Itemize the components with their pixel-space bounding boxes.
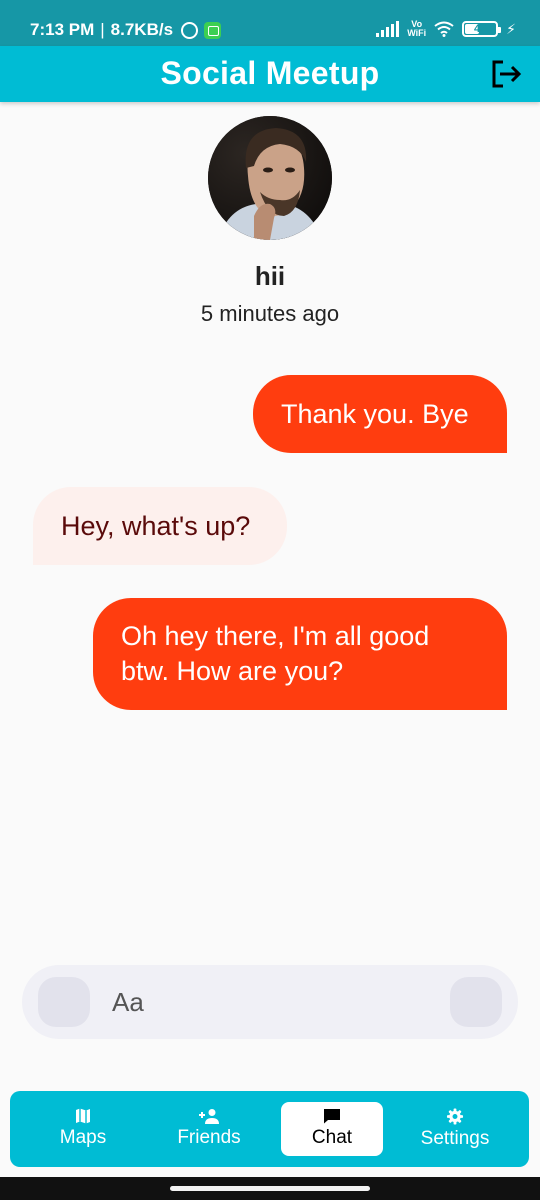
charging-icon: ⚡: [506, 20, 516, 37]
home-indicator[interactable]: [170, 1186, 370, 1191]
vowifi-indicator: Vo WiFi: [407, 20, 426, 38]
message-input[interactable]: [112, 979, 432, 1025]
status-bar: 7:13 PM | 8.7KB/s Vo WiFi 42 ⚡: [0, 0, 540, 46]
message-incoming[interactable]: Hey, what's up?: [33, 487, 287, 565]
battery-icon: 42: [462, 21, 502, 37]
system-navigation-bar: [0, 1177, 540, 1200]
message-text: Oh hey there, I'm all good btw. How are …: [121, 621, 430, 686]
message-text: Hey, what's up?: [61, 510, 251, 541]
attachment-button[interactable]: [38, 977, 90, 1027]
app-title: Social Meetup: [160, 55, 380, 91]
nav-label: Settings: [420, 1128, 490, 1149]
vowifi-bottom: WiFi: [407, 28, 427, 38]
status-network-speed: 8.7KB/s: [110, 20, 174, 39]
alarm-icon: [181, 21, 199, 39]
wifi-icon: [434, 21, 454, 37]
nav-label: Friends: [177, 1127, 241, 1148]
map-icon: [76, 1108, 90, 1124]
bottom-navigation: Maps Friends Chat Settings: [10, 1091, 529, 1167]
chat-icon: [324, 1109, 340, 1124]
contact-name: hii: [254, 261, 286, 291]
nav-item-friends[interactable]: Friends: [156, 1102, 262, 1156]
status-bar-left: 7:13 PM | 8.7KB/s: [30, 20, 222, 40]
nav-item-settings[interactable]: Settings: [402, 1102, 508, 1156]
message-text: Thank you. Bye: [281, 398, 469, 429]
cell-signal-icon: [376, 21, 400, 37]
nav-item-chat[interactable]: Chat: [281, 1102, 383, 1156]
avatar[interactable]: [208, 116, 332, 240]
battery-percent: 42: [474, 23, 487, 35]
avatar-image: [208, 116, 332, 240]
add-person-icon: [199, 1109, 219, 1124]
logout-icon[interactable]: [490, 59, 522, 89]
notification-app-icon: [204, 21, 222, 39]
status-bar-right: Vo WiFi 42 ⚡: [376, 20, 516, 38]
gear-icon: [446, 1108, 464, 1125]
nav-label: Maps: [59, 1127, 107, 1148]
app-bar: Social Meetup: [0, 46, 540, 102]
message-composer: [22, 965, 518, 1039]
last-seen: 5 minutes ago: [200, 301, 340, 326]
nav-label: Chat: [311, 1127, 353, 1148]
send-button[interactable]: [450, 977, 502, 1027]
message-outgoing[interactable]: Oh hey there, I'm all good btw. How are …: [93, 598, 507, 710]
status-time: 7:13 PM: [30, 20, 95, 39]
message-outgoing[interactable]: Thank you. Bye: [253, 375, 507, 453]
nav-item-maps[interactable]: Maps: [30, 1102, 136, 1156]
status-separator: |: [100, 20, 105, 39]
